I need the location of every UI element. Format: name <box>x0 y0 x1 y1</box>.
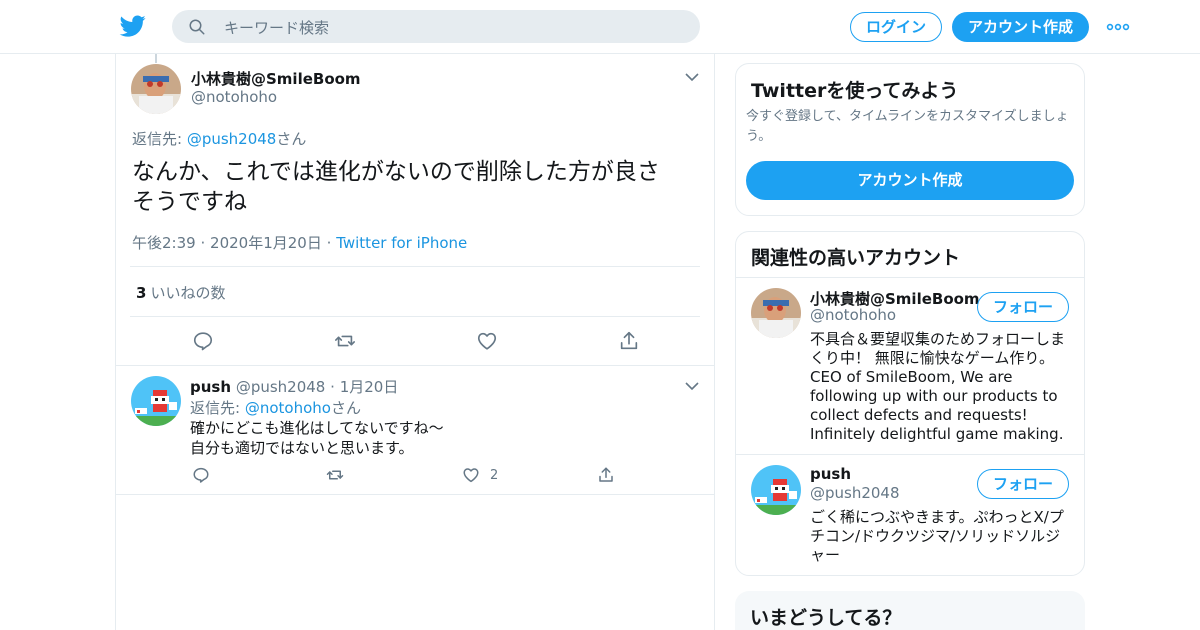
avatar[interactable] <box>751 465 801 515</box>
search-icon <box>189 19 205 35</box>
card-description: 今すぐ登録して、タイムラインをカスタマイズしましょう。 <box>746 109 1069 144</box>
login-button[interactable]: ログイン <box>850 12 942 42</box>
tweet-text-line: なんか、これでは進化がないので削除した方が良さ <box>132 159 660 185</box>
chevron-down-icon[interactable] <box>685 72 699 82</box>
tweet-text-line: そうですね <box>132 189 247 215</box>
separator-dot: · <box>200 234 206 252</box>
reply-to-suffix: さん <box>276 130 307 148</box>
account-bio: 不具合＆要望収集のためフォローしまくり中！ 無限に愉快なゲーム作り。CEO of… <box>810 330 1066 443</box>
reply-to-prefix: 返信先: <box>132 130 187 148</box>
signup-card: Twitterを使ってみよう 今すぐ登録して、タイムラインをカスタマイズしましょ… <box>735 63 1085 216</box>
account-name[interactable]: push <box>810 465 851 483</box>
reply-to-link[interactable]: @notohoho <box>245 399 331 417</box>
retweet-icon[interactable] <box>334 330 356 352</box>
like-count: 2 <box>490 468 499 483</box>
avatar[interactable] <box>131 376 181 426</box>
tweet-source[interactable]: Twitter for iPhone <box>336 234 467 252</box>
reply-to-line: 返信先: @push2048さん <box>132 128 306 149</box>
more-dots-icon[interactable] <box>1106 19 1130 35</box>
tweet-text: なんか、これでは進化がないので削除した方が良さ そうですね <box>132 157 692 217</box>
reply-to-prefix: 返信先: <box>190 399 245 417</box>
avatar[interactable] <box>131 64 181 114</box>
account-handle[interactable]: @notohoho <box>810 306 896 324</box>
thread-connector-line <box>155 54 157 63</box>
like-stats[interactable]: 3 いいねの数 <box>136 282 225 303</box>
share-icon[interactable] <box>597 466 615 484</box>
reply-to-line: 返信先: @notohohoさん <box>190 397 361 418</box>
reply-date[interactable]: 1月20日 <box>340 378 399 396</box>
divider <box>736 277 1084 278</box>
retweet-icon[interactable] <box>326 466 344 484</box>
heart-icon[interactable] <box>462 466 480 484</box>
tweet-time[interactable]: 午後2:39 <box>132 234 196 252</box>
like-count: 3 <box>136 284 147 302</box>
share-icon[interactable] <box>618 330 640 352</box>
signup-button[interactable]: アカウント作成 <box>952 12 1089 42</box>
search-bar[interactable]: キーワード検索 <box>172 10 700 43</box>
card-title: Twitterを使ってみよう <box>751 80 959 102</box>
reply-icon[interactable] <box>192 330 214 352</box>
chevron-down-icon[interactable] <box>685 381 699 391</box>
reply-icon[interactable] <box>192 466 210 484</box>
separator-dot: · <box>326 234 332 252</box>
follow-button[interactable]: フォロー <box>977 292 1069 322</box>
reply-author-name[interactable]: push <box>190 378 231 396</box>
author-name[interactable]: 小林貴樹@SmileBoom <box>191 68 361 89</box>
reply-to-link[interactable]: @push2048 <box>187 130 277 148</box>
twitter-bird-icon[interactable] <box>119 13 147 39</box>
divider <box>130 266 700 267</box>
reply-header: push @push2048 · 1月20日 <box>190 376 398 397</box>
divider <box>116 494 714 495</box>
divider <box>130 316 700 317</box>
follow-button[interactable]: フォロー <box>977 469 1069 499</box>
divider <box>116 365 714 366</box>
search-placeholder[interactable]: キーワード検索 <box>224 17 329 38</box>
like-label: いいねの数 <box>150 284 226 302</box>
related-accounts-card: 関連性の高いアカウント 小林貴樹@SmileBoom @notohoho フォロ… <box>735 231 1085 576</box>
separator-dot: · <box>330 378 335 396</box>
tweet-timeline: 小林貴樹@SmileBoom @notohoho 返信先: @push2048さ… <box>115 54 715 630</box>
tweet-metadata: 午後2:39 · 2020年1月20日 · Twitter for iPhone <box>132 232 467 253</box>
signup-card-button[interactable]: アカウント作成 <box>746 161 1074 200</box>
reply-author-handle[interactable]: @push2048 <box>236 378 326 396</box>
account-bio: ごく稀につぶやきます。ぷわっとX/プチコン/ドウクツジマ/ソリッドソルジャー <box>810 508 1064 564</box>
author-handle[interactable]: @notohoho <box>191 88 277 106</box>
avatar[interactable] <box>751 288 801 338</box>
trends-card: いまどうしてる？ <box>735 591 1085 630</box>
divider <box>736 454 1084 455</box>
reply-to-suffix: さん <box>330 399 361 417</box>
card-title: いまどうしてる？ <box>750 607 902 629</box>
account-handle[interactable]: @push2048 <box>810 484 900 502</box>
reply-text-line: 確かにどこも進化はしてないですね〜 <box>190 419 444 437</box>
reply-text: 確かにどこも進化はしてないですね〜 自分も適切ではないと思います。 <box>190 418 690 458</box>
tweet-date[interactable]: 2020年1月20日 <box>210 234 322 252</box>
heart-icon[interactable] <box>476 330 498 352</box>
top-navigation-bar: キーワード検索 ログイン アカウント作成 <box>0 0 1200 54</box>
reply-text-line: 自分も適切ではないと思います。 <box>190 439 414 457</box>
card-title: 関連性の高いアカウント <box>751 247 961 269</box>
